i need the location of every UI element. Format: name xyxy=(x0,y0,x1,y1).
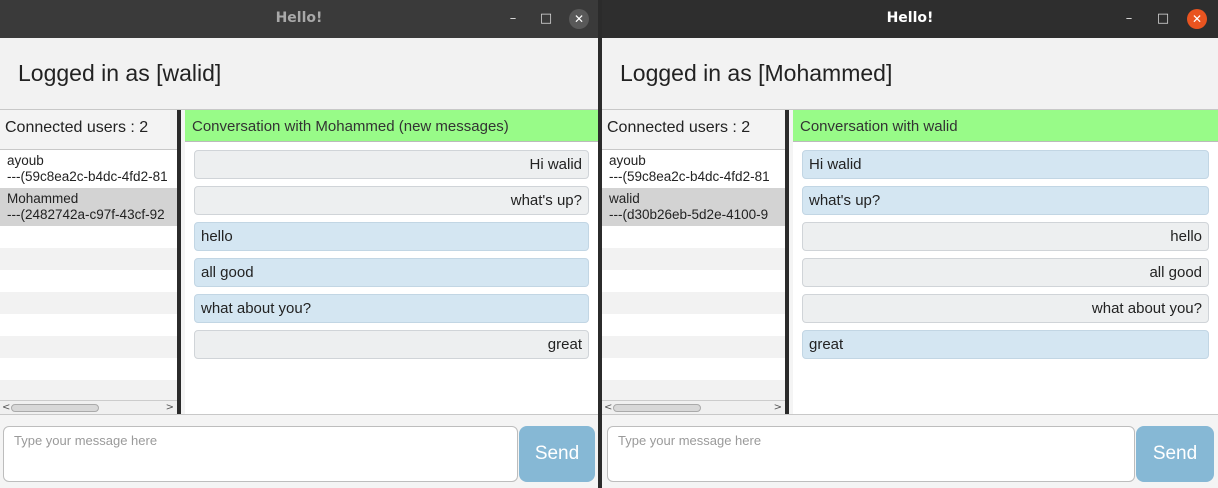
scroll-left-icon[interactable]: < xyxy=(604,401,612,414)
message-list: Hi walid what's up? hello all good what … xyxy=(185,142,598,359)
compose-bar: Send xyxy=(602,414,1218,488)
logged-in-label: Logged in as [Mohammed] xyxy=(620,60,893,86)
chat-window-walid: Hello! – □ ✕ Logged in as [walid] Connec… xyxy=(0,0,598,488)
connected-users-label: Connected users : 2 xyxy=(0,110,177,150)
connected-users-label: Connected users : 2 xyxy=(602,110,785,150)
chat-window-mohammed: Hello! – □ ✕ Logged in as [Mohammed] Con… xyxy=(602,0,1218,488)
scroll-right-icon[interactable]: > xyxy=(774,401,782,414)
conversation-panel: Conversation with walid Hi walid what's … xyxy=(793,110,1218,414)
user-name: Mohammed xyxy=(7,191,79,206)
message-input[interactable] xyxy=(607,426,1135,482)
message-bubble: all good xyxy=(194,258,589,287)
title-bar: Hello! – □ ✕ xyxy=(0,0,598,38)
message-list: Hi walid what's up? hello all good what … xyxy=(793,142,1218,359)
compose-bar: Send xyxy=(0,414,598,488)
horizontal-scrollbar[interactable]: < > xyxy=(0,400,177,414)
send-button[interactable]: Send xyxy=(519,426,595,482)
user-item-walid[interactable]: walid ---(d30b26eb-5d2e-4100-9 xyxy=(602,188,785,226)
conversation-title: Conversation with walid xyxy=(793,110,1218,142)
minimize-icon[interactable]: – xyxy=(503,9,523,29)
users-panel: Connected users : 2 ayoub ---(59c8ea2c-b… xyxy=(0,110,181,414)
user-item-ayoub[interactable]: ayoub ---(59c8ea2c-b4dc-4fd2-81 xyxy=(602,150,785,188)
conversation-panel: Conversation with Mohammed (new messages… xyxy=(185,110,598,414)
horizontal-scrollbar[interactable]: < > xyxy=(602,400,785,414)
maximize-icon[interactable]: □ xyxy=(536,9,556,29)
users-list[interactable]: ayoub ---(59c8ea2c-b4dc-4fd2-81 Mohammed… xyxy=(0,150,177,400)
header: Logged in as [Mohammed] xyxy=(602,38,1218,110)
scroll-right-icon[interactable]: > xyxy=(166,401,174,414)
users-panel: Connected users : 2 ayoub ---(59c8ea2c-b… xyxy=(602,110,789,414)
message-input[interactable] xyxy=(3,426,518,482)
user-id: ---(2482742a-c97f-43cf-92 xyxy=(7,207,165,222)
user-id: ---(59c8ea2c-b4dc-4fd2-81 xyxy=(609,169,770,184)
message-bubble: what about you? xyxy=(194,294,589,323)
message-bubble: great xyxy=(194,330,589,359)
user-name: ayoub xyxy=(7,153,44,168)
users-list[interactable]: ayoub ---(59c8ea2c-b4dc-4fd2-81 walid --… xyxy=(602,150,785,400)
empty-rows xyxy=(0,226,177,400)
user-id: ---(d30b26eb-5d2e-4100-9 xyxy=(609,207,769,222)
close-icon[interactable]: ✕ xyxy=(569,9,589,29)
header: Logged in as [walid] xyxy=(0,38,598,110)
empty-rows xyxy=(602,226,785,400)
message-bubble: great xyxy=(802,330,1209,359)
maximize-icon[interactable]: □ xyxy=(1153,9,1173,29)
scrollbar-thumb[interactable] xyxy=(613,404,701,412)
user-name: ayoub xyxy=(609,153,646,168)
conversation-title: Conversation with Mohammed (new messages… xyxy=(185,110,598,142)
message-bubble: hello xyxy=(194,222,589,251)
message-bubble: Hi walid xyxy=(802,150,1209,179)
minimize-icon[interactable]: – xyxy=(1119,9,1139,29)
scroll-left-icon[interactable]: < xyxy=(2,401,10,414)
title-bar: Hello! – □ ✕ xyxy=(602,0,1218,38)
scrollbar-thumb[interactable] xyxy=(11,404,99,412)
send-button[interactable]: Send xyxy=(1136,426,1214,482)
message-bubble: what about you? xyxy=(802,294,1209,323)
logged-in-label: Logged in as [walid] xyxy=(18,60,222,86)
close-icon[interactable]: ✕ xyxy=(1187,9,1207,29)
message-bubble: all good xyxy=(802,258,1209,287)
user-id: ---(59c8ea2c-b4dc-4fd2-81 xyxy=(7,169,168,184)
message-bubble: Hi walid xyxy=(194,150,589,179)
user-name: walid xyxy=(609,191,640,206)
user-item-mohammed[interactable]: Mohammed ---(2482742a-c97f-43cf-92 xyxy=(0,188,177,226)
message-bubble: what's up? xyxy=(802,186,1209,215)
user-item-ayoub[interactable]: ayoub ---(59c8ea2c-b4dc-4fd2-81 xyxy=(0,150,177,188)
message-bubble: hello xyxy=(802,222,1209,251)
message-bubble: what's up? xyxy=(194,186,589,215)
